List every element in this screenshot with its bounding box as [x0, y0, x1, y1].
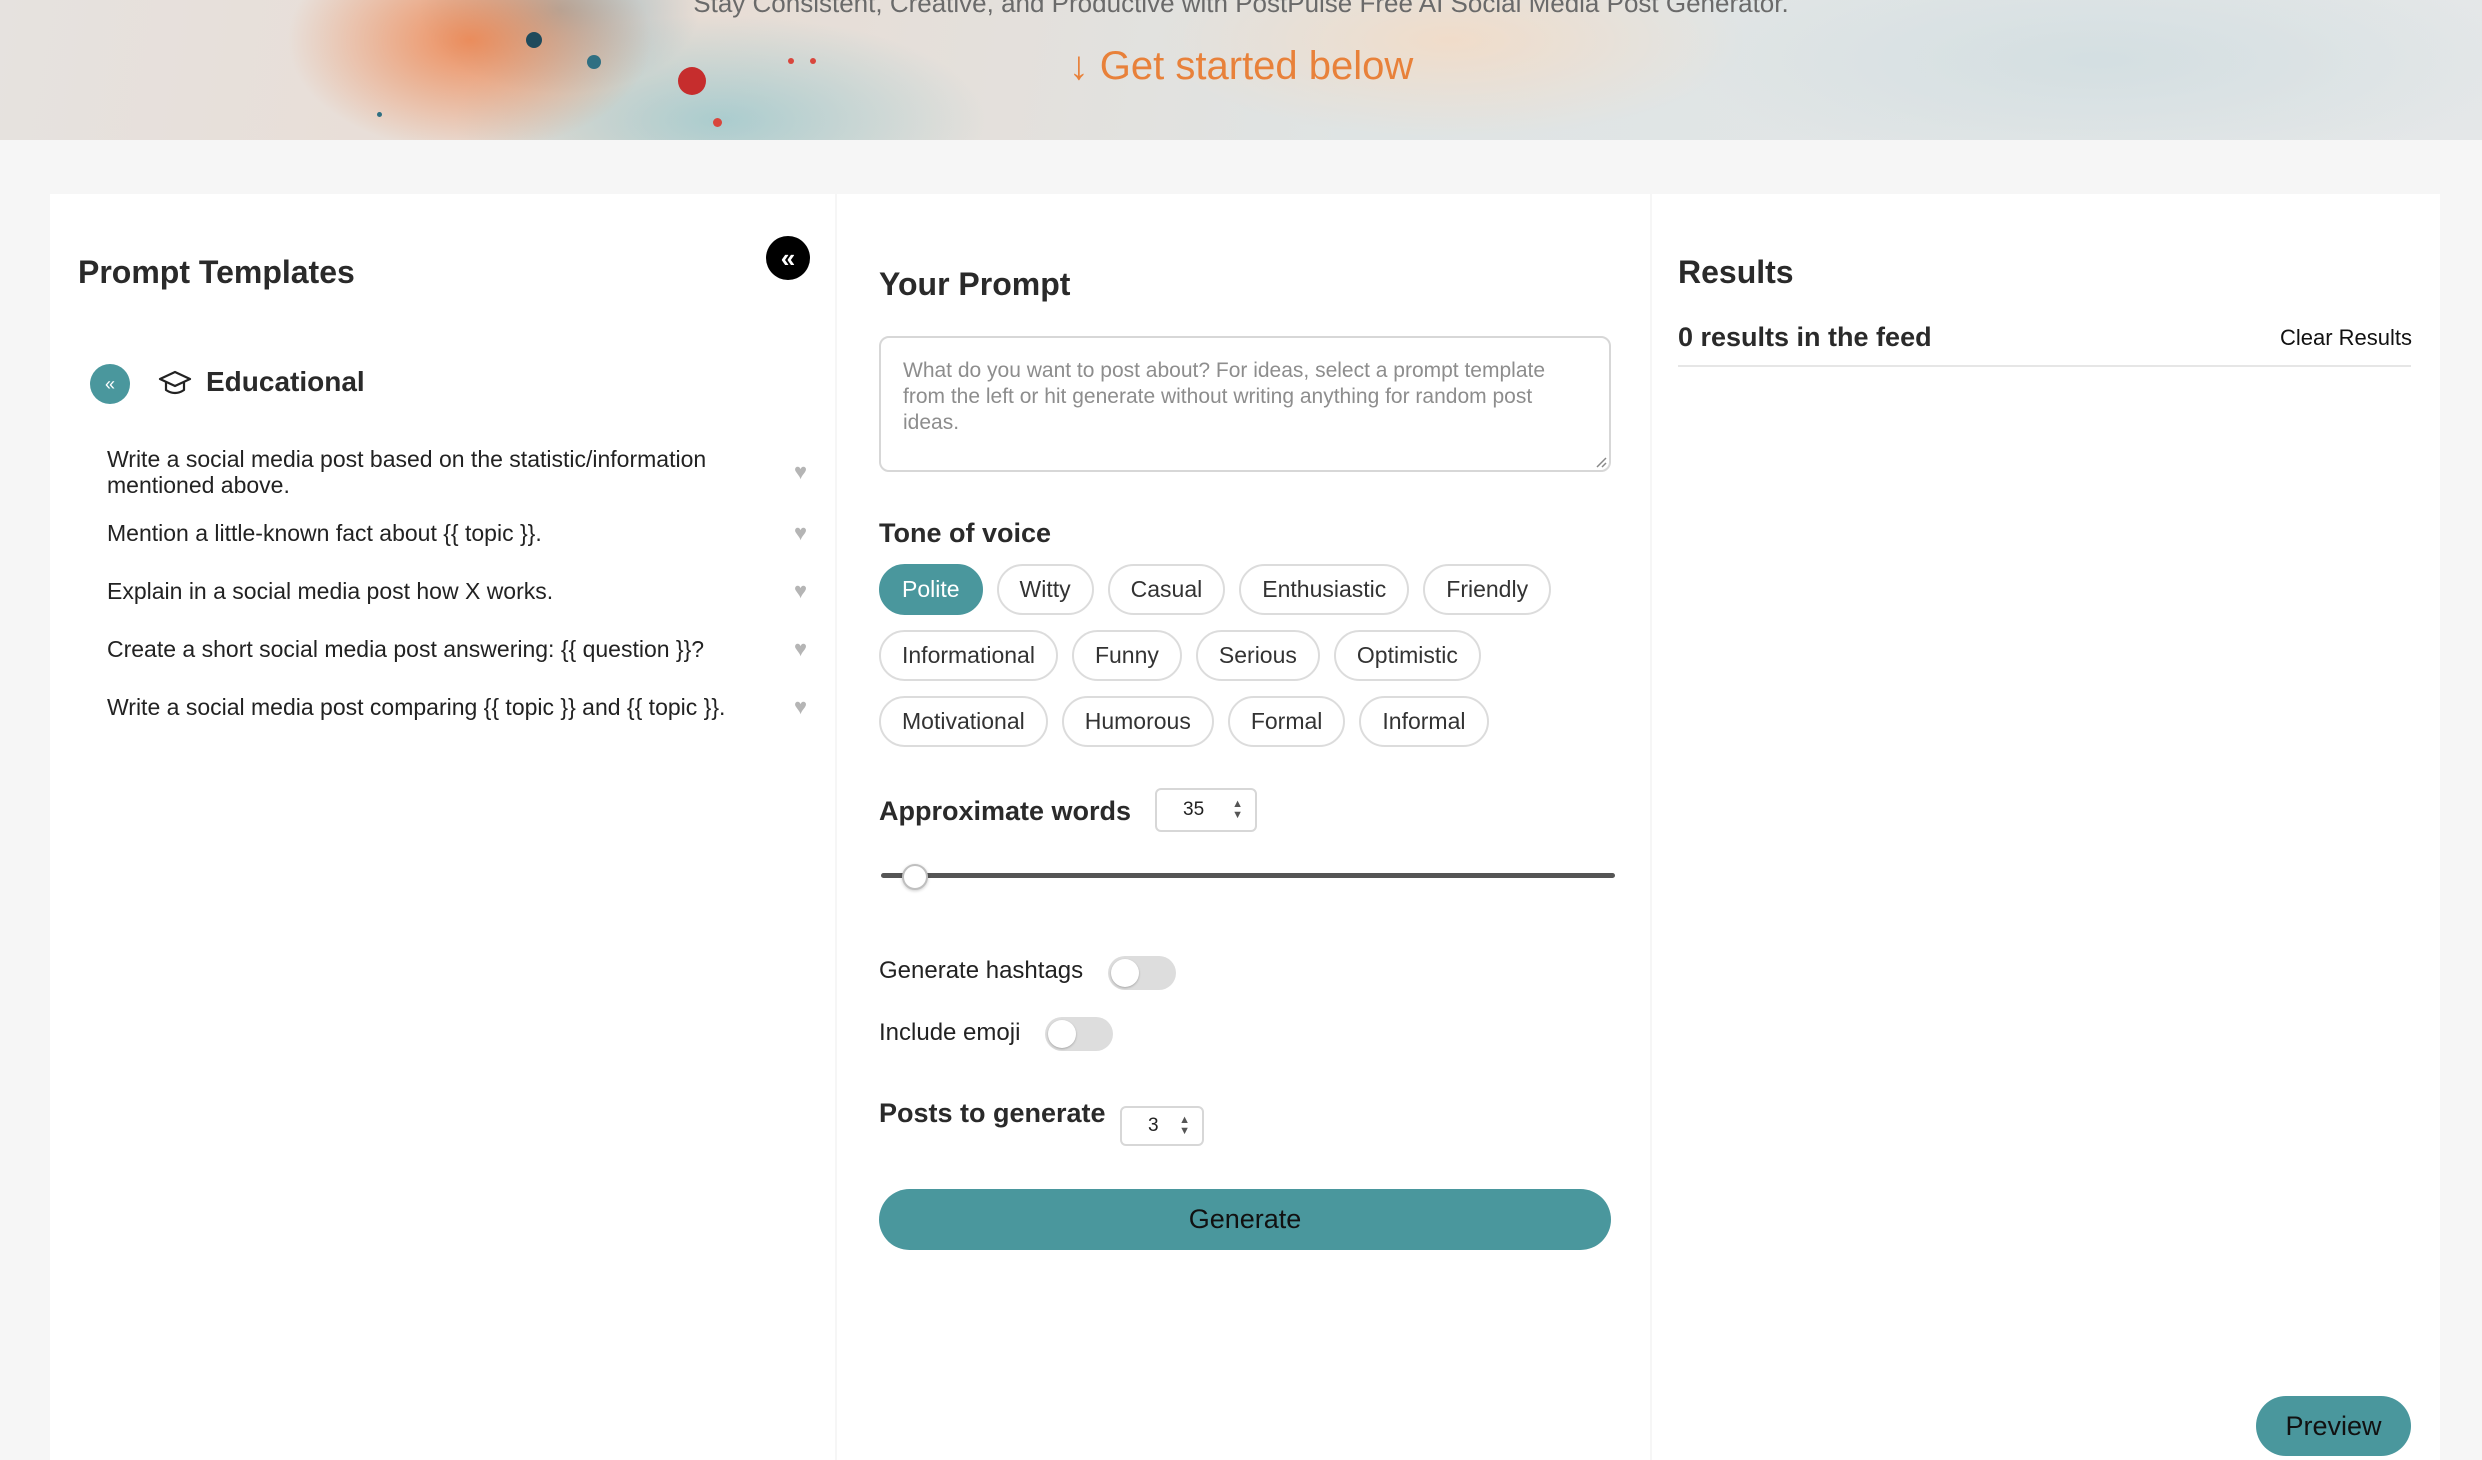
prompt-textarea[interactable]: [879, 336, 1611, 472]
template-item[interactable]: Write a social media post comparing {{ t…: [107, 694, 807, 720]
hero-tagline: Stay Consistent, Creative, and Productiv…: [693, 0, 1789, 18]
template-text: Mention a little-known fact about {{ top…: [107, 520, 542, 546]
template-item[interactable]: Mention a little-known fact about {{ top…: [107, 520, 807, 546]
tone-of-voice-label: Tone of voice: [879, 518, 1052, 548]
tone-chip-witty[interactable]: Witty: [996, 564, 1094, 615]
divider: [1678, 365, 2411, 367]
tone-chips: Polite Witty Casual Enthusiastic Friendl…: [879, 564, 1619, 762]
emoji-label: Include emoji: [879, 1019, 1021, 1046]
prompt-templates-title: Prompt Templates: [78, 254, 355, 290]
spinner-arrows-icon[interactable]: ▲ ▼: [1232, 799, 1243, 821]
heart-icon[interactable]: ♥: [794, 578, 807, 604]
tone-chip-humorous[interactable]: Humorous: [1061, 696, 1214, 747]
results-count: 0 results in the feed: [1678, 322, 1932, 352]
posts-to-generate-label: Posts to generate: [879, 1098, 1106, 1128]
tone-chip-funny[interactable]: Funny: [1071, 630, 1182, 681]
template-text: Write a social media post based on the s…: [107, 446, 707, 498]
template-text: Explain in a social media post how X wor…: [107, 578, 554, 604]
tone-chip-formal[interactable]: Formal: [1227, 696, 1346, 747]
template-text: Write a social media post comparing {{ t…: [107, 694, 726, 720]
words-value: 35: [1183, 799, 1205, 820]
heart-icon[interactable]: ♥: [794, 520, 807, 546]
category-collapse-button[interactable]: «: [90, 364, 130, 404]
generate-button[interactable]: Generate: [879, 1189, 1611, 1250]
tone-chip-informal[interactable]: Informal: [1359, 696, 1489, 747]
tone-chip-row: Polite Witty Casual Enthusiastic Friendl…: [879, 564, 1619, 615]
hero-banner: Stay Consistent, Creative, and Productiv…: [0, 0, 2482, 140]
prompt-templates-panel: Prompt Templates « « Educational Write a…: [50, 194, 835, 1460]
template-item[interactable]: Explain in a social media post how X wor…: [107, 578, 807, 604]
clear-results-button[interactable]: Clear Results: [2280, 325, 2412, 351]
collapse-templates-button[interactable]: «: [766, 236, 810, 280]
emoji-toggle[interactable]: [1045, 1017, 1113, 1051]
tone-chip-informational[interactable]: Informational: [879, 630, 1058, 681]
resize-handle-icon[interactable]: [1595, 456, 1607, 468]
words-number-input[interactable]: 35 ▲ ▼: [1155, 788, 1257, 832]
spinner-arrows-icon[interactable]: ▲ ▼: [1179, 1115, 1190, 1137]
posts-number-input[interactable]: 3 ▲ ▼: [1120, 1106, 1204, 1146]
tone-chip-optimistic[interactable]: Optimistic: [1333, 630, 1481, 681]
tone-chip-serious[interactable]: Serious: [1195, 630, 1320, 681]
tone-chip-friendly[interactable]: Friendly: [1423, 564, 1552, 615]
tone-chip-enthusiastic[interactable]: Enthusiastic: [1239, 564, 1410, 615]
heart-icon[interactable]: ♥: [794, 694, 807, 720]
template-item[interactable]: Write a social media post based on the s…: [107, 446, 807, 498]
hashtags-label: Generate hashtags: [879, 957, 1084, 984]
category-label[interactable]: Educational: [206, 366, 365, 398]
tone-chip-row: Motivational Humorous Formal Informal: [879, 696, 1619, 747]
approximate-words-label: Approximate words: [879, 796, 1132, 826]
hashtags-toggle[interactable]: [1108, 956, 1176, 990]
heart-icon[interactable]: ♥: [794, 636, 807, 662]
template-list: Write a social media post based on the s…: [107, 446, 807, 720]
toggle-knob: [1111, 959, 1139, 987]
preview-button[interactable]: Preview: [2256, 1396, 2411, 1456]
heart-icon[interactable]: ♥: [794, 459, 807, 485]
prompt-panel: Your Prompt Tone of voice Polite Witty C…: [837, 194, 1650, 1460]
results-panel: Results 0 results in the feed Clear Resu…: [1652, 194, 2440, 1460]
your-prompt-title: Your Prompt: [879, 266, 1071, 302]
template-text: Create a short social media post answeri…: [107, 636, 705, 662]
get-started-link[interactable]: ↓ Get started below: [0, 44, 2482, 89]
words-slider-thumb[interactable]: [902, 864, 929, 890]
double-chevron-left-icon: «: [104, 373, 115, 394]
graduation-cap-icon: [158, 370, 192, 395]
double-chevron-left-icon: «: [780, 242, 796, 273]
tone-chip-motivational[interactable]: Motivational: [879, 696, 1048, 747]
decor-dot: [377, 112, 382, 117]
words-slider-track[interactable]: [881, 873, 1615, 878]
toggle-knob: [1048, 1020, 1076, 1048]
tone-chip-casual[interactable]: Casual: [1107, 564, 1226, 615]
results-title: Results: [1678, 254, 1794, 290]
tone-chip-polite[interactable]: Polite: [879, 564, 983, 615]
decor-dot: [713, 118, 722, 127]
tone-chip-row: Informational Funny Serious Optimistic: [879, 630, 1619, 681]
template-item[interactable]: Create a short social media post answeri…: [107, 636, 807, 662]
posts-value: 3: [1148, 1115, 1159, 1136]
